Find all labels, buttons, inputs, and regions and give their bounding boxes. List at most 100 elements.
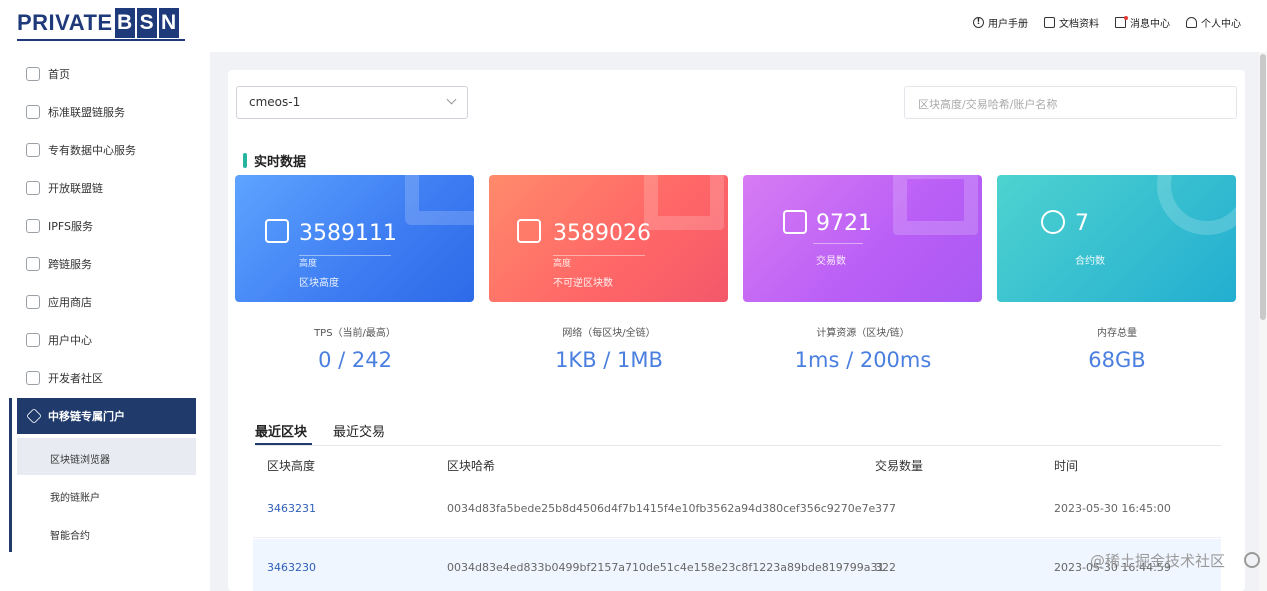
metric-tps-label: TPS（当前/最高） [314,328,396,339]
user-manual-link[interactable]: ! 用户手册 [973,15,1028,30]
table-row[interactable]: 3463230 0034d83e4ed833b0499bf2157a710de5… [253,539,1221,591]
table-row[interactable]: 3463231 0034d83fa5bede25b8d4506d4f7b1415… [253,480,1221,538]
personal-center-link[interactable]: 个人中心 [1186,15,1241,30]
card-contracts: 7 合约数 [997,175,1236,302]
sidebar-item-label: 开放联盟链 [48,182,103,195]
card-label: 高度 [299,259,318,269]
metric-network-label: 网络（每区块/全链） [562,328,656,339]
logo-box-n: N [158,8,179,38]
message-center-link[interactable]: 消息中心 [1115,15,1170,30]
tx-count: 322 [875,561,896,574]
section-title: 实时数据 [243,151,306,170]
sort-icon [265,219,289,243]
top-header: PRIVATE B S N ! 用户手册 文档资料 消息中心 个人中心 [0,0,1267,52]
cross-chain-icon [26,257,40,271]
user-manual-label: 用户手册 [988,19,1028,30]
sidebar-item-label: IPFS服务 [48,220,93,233]
column-header-tx-count: 交易数量 [875,459,924,473]
sidebar-item-label: 专有数据中心服务 [48,144,136,157]
column-header-block-hash: 区块哈希 [447,459,496,473]
card-decor [893,175,978,235]
card-divider [553,255,645,256]
sidebar-item-cmbaas-portal[interactable]: 中移链专属门户 [17,398,196,434]
column-header-block-height: 区块高度 [267,459,316,473]
layers-icon [26,371,40,385]
document-icon [1044,17,1055,28]
column-header-time: 时间 [1054,459,1079,473]
unread-dot [1124,16,1128,20]
block-hash: 0034d83e4ed833b0499bf2157a710de51c4e158e… [447,561,885,574]
sub-item-block-explorer[interactable]: 区块链浏览器 [50,451,110,466]
metric-network-value: 1KB / 1MB [555,348,663,372]
active-group-bar [9,398,12,552]
card-irreversible-blocks: 3589026 高度 不可逆区块数 [489,175,728,302]
card-label: 交易数 [816,256,846,267]
page-scrollbar-thumb[interactable] [1260,54,1266,320]
card-sublabel: 不可逆区块数 [553,278,613,289]
sidebar-item-label: 首页 [48,68,70,81]
card-value: 3589111 [299,221,397,246]
tx-count: 377 [875,502,896,515]
card-value: 9721 [816,211,872,236]
section-title-text: 实时数据 [254,155,307,170]
sidebar-item-user-center[interactable]: 用户中心 [26,330,92,350]
sidebar-item-ipfs[interactable]: IPFS服务 [26,216,93,236]
card-transactions: 9721 交易数 [743,175,982,302]
sidebar-item-label: 中移链专属门户 [48,410,125,423]
sidebar-item-cross-chain[interactable]: 跨链服务 [26,254,92,274]
logo-underline [17,39,185,41]
sidebar-item-app-store[interactable]: 应用商店 [26,292,92,312]
card-label: 高度 [553,259,572,269]
top-nav: ! 用户手册 文档资料 消息中心 个人中心 [973,15,1241,30]
documents-link[interactable]: 文档资料 [1044,15,1099,30]
yuan-icon [1041,210,1065,234]
watermark-text: @稀土掘金技术社区 [1090,552,1226,570]
watermark-logo-icon [1244,552,1260,568]
store-icon [26,295,40,309]
metric-compute-value: 1ms / 200ms [794,348,932,372]
metric-tps-value: 0 / 242 [318,348,392,372]
sidebar-item-dev-community[interactable]: 开发者社区 [26,368,103,388]
user-icon [1186,17,1197,28]
tabs: 最近区块 最近交易 [255,421,385,440]
ticket-icon [517,219,541,243]
card-value: 7 [1075,211,1089,236]
card-decor [1157,175,1236,235]
card-decor [405,175,474,225]
network-icon [26,143,40,157]
sidebar-item-standard-chain[interactable]: 标准联盟链服务 [26,102,125,122]
sidebar-item-open-chain[interactable]: 开放联盟链 [26,178,103,198]
tab-recent-transactions[interactable]: 最近交易 [333,421,385,440]
documents-label: 文档资料 [1059,19,1099,30]
personal-center-label: 个人中心 [1201,19,1241,30]
tab-active-underline [255,443,312,445]
logo-word: PRIVATE [17,10,113,35]
section-title-bar [243,153,247,168]
sidebar-item-home[interactable]: 首页 [26,64,70,84]
sidebar [0,52,210,591]
ipfs-icon [26,219,40,233]
logo-box-b: B [114,8,135,38]
block-time: 2023-05-30 16:45:00 [1054,502,1171,515]
chevron-down-icon [446,94,457,105]
grid-icon [26,105,40,119]
block-height-link[interactable]: 3463231 [267,502,316,515]
chain-select[interactable]: cmeos-1 [236,86,468,119]
home-icon [26,67,40,81]
tab-recent-blocks[interactable]: 最近区块 [255,421,307,440]
block-hash: 0034d83fa5bede25b8d4506d4f7b1415f4e10fb3… [447,502,876,515]
search-input[interactable]: 区块高度/交易哈希/账户名称 [904,86,1237,119]
block-height-link[interactable]: 3463230 [267,561,316,574]
sub-item-smart-contract[interactable]: 智能合约 [50,527,90,542]
logo-box-s: S [136,8,157,38]
tabs-divider [255,445,1221,446]
home-icon [26,181,40,195]
sidebar-item-private-datacenter[interactable]: 专有数据中心服务 [26,140,136,160]
card-value: 3589026 [553,221,651,246]
mail-icon [1115,16,1128,28]
sidebar-item-label: 应用商店 [48,296,92,309]
sidebar-item-label: 用户中心 [48,334,92,347]
logo[interactable]: PRIVATE B S N [17,4,179,42]
card-label: 合约数 [1075,256,1105,267]
sub-item-my-chain-account[interactable]: 我的链账户 [50,489,100,504]
